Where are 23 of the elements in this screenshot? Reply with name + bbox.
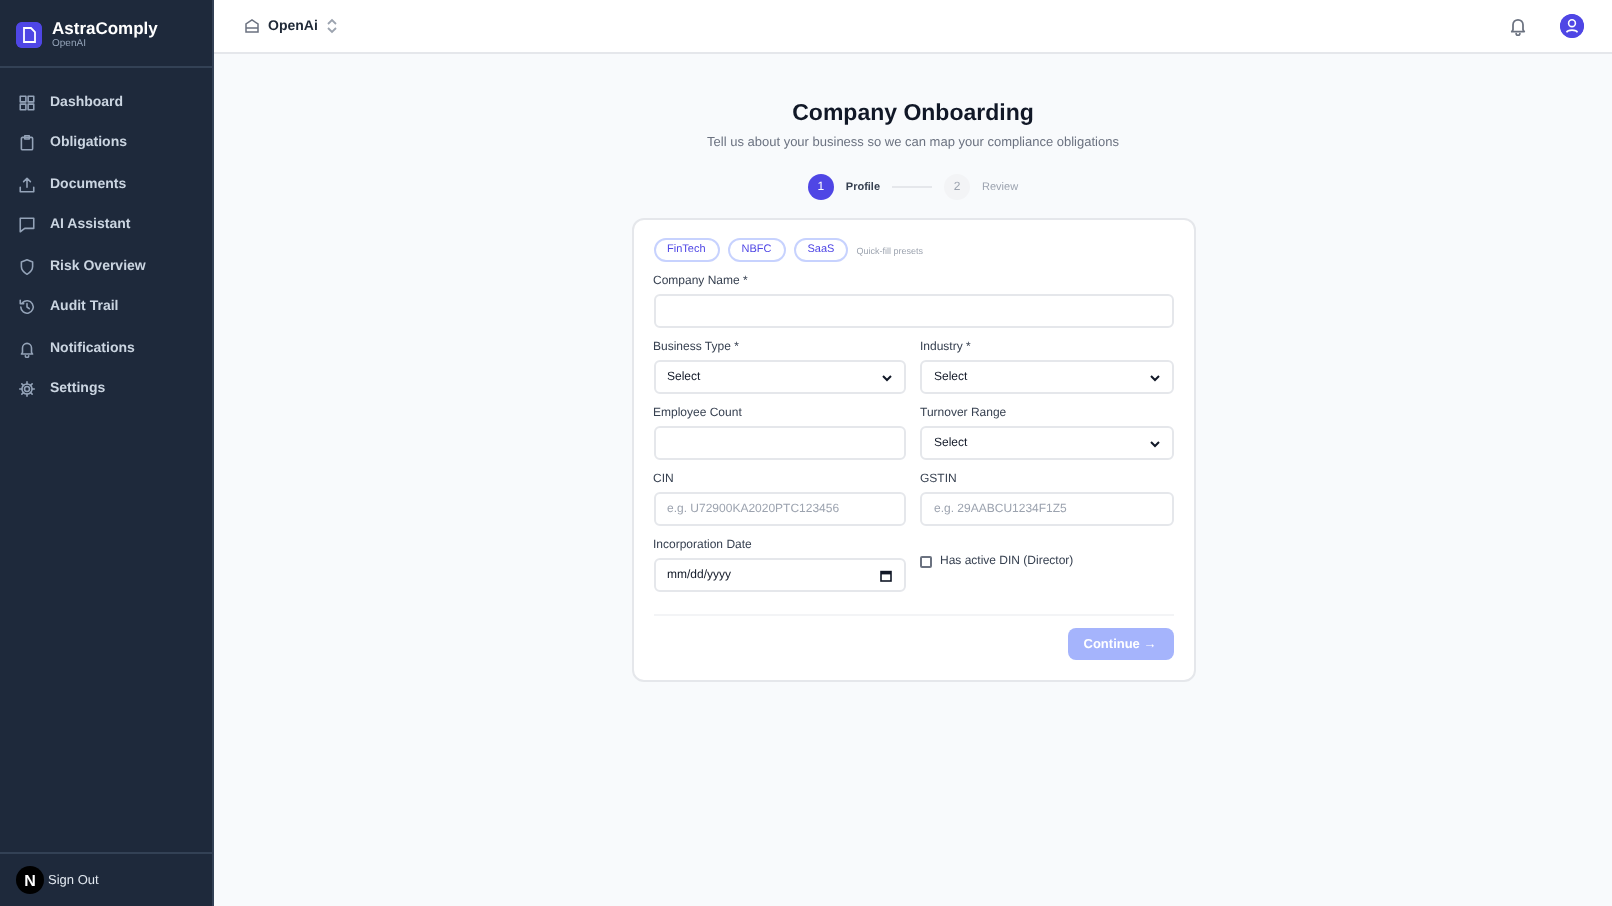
- building-icon: [244, 18, 260, 34]
- input-field[interactable]: [653, 294, 1173, 328]
- page-title: Company Onboarding: [792, 102, 1034, 126]
- chevron-down-icon: [1149, 373, 1159, 381]
- checkbox[interactable]: [920, 556, 932, 568]
- chevron-down-icon: [882, 373, 892, 381]
- calendar-icon: [880, 569, 892, 581]
- bell-icon[interactable]: [1508, 16, 1528, 36]
- shield-icon: [18, 257, 36, 276]
- grid-icon: [18, 93, 36, 112]
- clipboard-icon: [18, 134, 36, 153]
- document-icon: [16, 21, 42, 47]
- bell-icon: [18, 339, 36, 358]
- dev-badge[interactable]: N: [16, 866, 44, 894]
- avatar-icon[interactable]: [1560, 14, 1584, 38]
- chevron-down-icon: [1149, 439, 1159, 447]
- settings-icon: [18, 380, 36, 399]
- history-icon: [18, 298, 36, 317]
- chevron-icon: [325, 18, 338, 34]
- upload-icon: [18, 175, 36, 194]
- input-field[interactable]: [653, 426, 906, 460]
- chat-icon: [18, 216, 36, 235]
- brand-name: AstraComply: [52, 18, 158, 38]
